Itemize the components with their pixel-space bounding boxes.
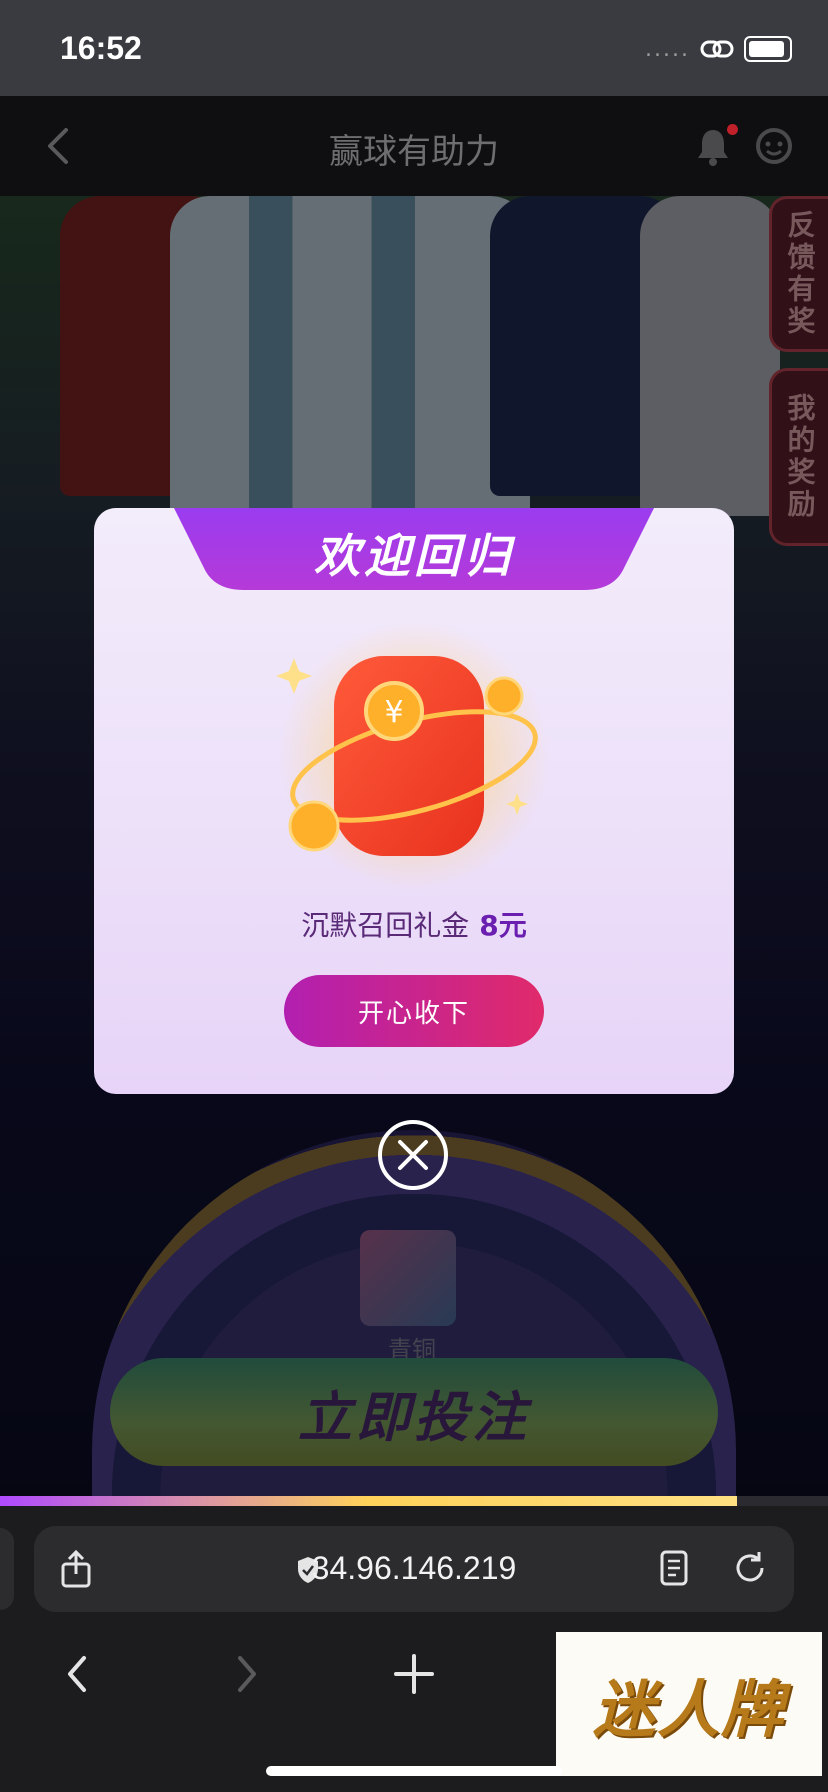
watermark-logo: 迷人牌	[556, 1632, 822, 1776]
reward-text: 沉默召回礼金 8元	[94, 904, 734, 944]
address-bar[interactable]: 34.96.146.219	[34, 1526, 794, 1612]
status-bar: 16:52 .....	[0, 0, 828, 96]
modal-title: 欢迎回归	[314, 529, 514, 583]
accept-reward-button[interactable]: 开心收下	[284, 975, 544, 1047]
watermark-text: 迷人牌	[592, 1673, 785, 1746]
notification-dot	[727, 124, 738, 135]
page-load-progress	[0, 1496, 828, 1506]
battery-icon	[744, 36, 792, 62]
reward-amount: 8元	[479, 909, 527, 942]
app-header: 赢球有助力	[0, 96, 828, 196]
signal-dots-icon: .....	[645, 36, 690, 62]
welcome-back-modal: 欢迎回归 ¥ 沉默召回礼金 8元 开心收下	[94, 508, 734, 1094]
home-indicator	[266, 1766, 562, 1776]
previous-tab-edge[interactable]	[0, 1528, 14, 1610]
status-icons: .....	[645, 36, 792, 62]
status-time: 16:52	[60, 30, 142, 66]
customer-service-icon[interactable]	[754, 126, 794, 166]
browser-forward-icon[interactable]	[236, 1654, 258, 1694]
red-envelope-icon: ¥	[276, 621, 549, 891]
reward-label: 沉默召回礼金	[301, 909, 470, 942]
reload-icon[interactable]	[732, 1550, 768, 1586]
svg-text:¥: ¥	[384, 695, 403, 730]
reader-mode-icon[interactable]	[660, 1550, 688, 1586]
new-tab-icon[interactable]	[394, 1654, 434, 1694]
bell-icon[interactable]	[694, 126, 732, 166]
link-icon	[700, 40, 734, 58]
close-modal-icon[interactable]	[376, 1118, 450, 1192]
browser-back-icon[interactable]	[66, 1654, 88, 1694]
